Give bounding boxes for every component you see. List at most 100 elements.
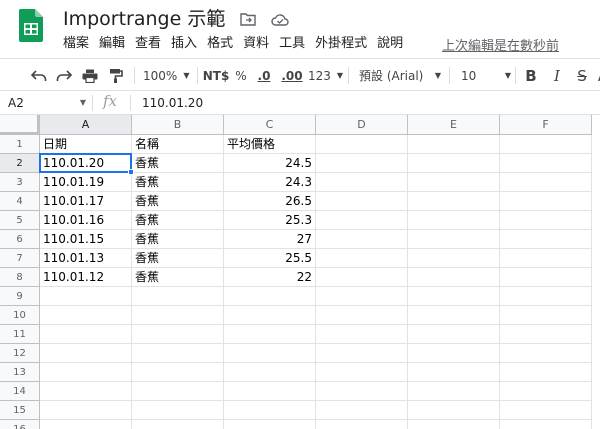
font-family-select[interactable]: 預設 (Arial) ▼ [359,66,441,85]
cell-f1[interactable] [500,135,592,154]
cell-f14[interactable] [500,382,592,401]
cell-a13[interactable] [40,363,132,382]
cell-b8[interactable]: 香蕉 [132,268,224,287]
cell-f10[interactable] [500,306,592,325]
row-header-6[interactable]: 6 [0,230,40,249]
cell-a4[interactable]: 110.01.17 [40,192,132,211]
redo-icon[interactable] [54,66,74,85]
cell-a7[interactable]: 110.01.13 [40,249,132,268]
cell-a9[interactable] [40,287,132,306]
cell-e7[interactable] [408,249,500,268]
cell-c3[interactable]: 24.3 [224,173,316,192]
cell-e13[interactable] [408,363,500,382]
cell-c11[interactable] [224,325,316,344]
menu-edit[interactable]: 編輯 [94,35,130,53]
cell-c9[interactable] [224,287,316,306]
cell-f7[interactable] [500,249,592,268]
row-header-9[interactable]: 9 [0,287,40,306]
cell-c6[interactable]: 27 [224,230,316,249]
cell-d3[interactable] [316,173,408,192]
paint-format-icon[interactable] [106,66,126,85]
print-icon[interactable] [80,66,100,85]
cell-f6[interactable] [500,230,592,249]
cell-e16[interactable] [408,420,500,429]
menu-insert[interactable]: 插入 [166,35,202,53]
cell-b7[interactable]: 香蕉 [132,249,224,268]
cell-a6[interactable]: 110.01.15 [40,230,132,249]
bold-button[interactable]: B [523,66,539,85]
column-header-e[interactable]: E [408,115,500,135]
cell-e1[interactable] [408,135,500,154]
row-header-5[interactable]: 5 [0,211,40,230]
cell-f9[interactable] [500,287,592,306]
cell-c4[interactable]: 26.5 [224,192,316,211]
cell-a12[interactable] [40,344,132,363]
cell-e11[interactable] [408,325,500,344]
cell-e5[interactable] [408,211,500,230]
cell-b12[interactable] [132,344,224,363]
cell-e15[interactable] [408,401,500,420]
cell-c10[interactable] [224,306,316,325]
cell-f15[interactable] [500,401,592,420]
row-header-15[interactable]: 15 [0,401,40,420]
star-icon[interactable]: ☆ [206,9,226,29]
cell-f16[interactable] [500,420,592,429]
cell-f2[interactable] [500,154,592,173]
select-all-corner[interactable] [0,115,40,135]
increase-decimal-button[interactable]: .00 [281,66,303,85]
cell-a15[interactable] [40,401,132,420]
formula-input[interactable]: 110.01.20 [142,91,203,115]
cell-c12[interactable] [224,344,316,363]
menu-format[interactable]: 格式 [202,35,238,53]
cell-c13[interactable] [224,363,316,382]
cell-a1[interactable]: 日期 [40,135,132,154]
cell-b16[interactable] [132,420,224,429]
cell-b5[interactable]: 香蕉 [132,211,224,230]
column-header-b[interactable]: B [132,115,224,135]
cell-c1[interactable]: 平均價格 [224,135,316,154]
cell-a11[interactable] [40,325,132,344]
cell-b3[interactable]: 香蕉 [132,173,224,192]
menu-view[interactable]: 查看 [130,35,166,53]
cloud-saved-icon[interactable] [270,9,290,29]
last-edit-link[interactable]: 上次編輯是在數秒前 [442,35,559,54]
italic-button[interactable]: I [549,66,565,85]
cell-d15[interactable] [316,401,408,420]
cell-b2[interactable]: 香蕉 [132,154,224,173]
menu-tools[interactable]: 工具 [274,35,310,53]
cell-d12[interactable] [316,344,408,363]
cell-b13[interactable] [132,363,224,382]
cell-b4[interactable]: 香蕉 [132,192,224,211]
font-size-select[interactable]: 10 ▼ [461,66,511,85]
more-formats-select[interactable]: 123 ▼ [308,66,343,85]
cell-b9[interactable] [132,287,224,306]
row-header-11[interactable]: 11 [0,325,40,344]
column-header-f[interactable]: F [500,115,592,135]
cell-f3[interactable] [500,173,592,192]
cell-a3[interactable]: 110.01.19 [40,173,132,192]
cell-e2[interactable] [408,154,500,173]
text-color-button[interactable]: A [596,66,600,85]
cell-c16[interactable] [224,420,316,429]
cell-e6[interactable] [408,230,500,249]
row-header-7[interactable]: 7 [0,249,40,268]
cell-c7[interactable]: 25.5 [224,249,316,268]
cell-a10[interactable] [40,306,132,325]
column-header-d[interactable]: D [316,115,408,135]
menu-file[interactable]: 檔案 [63,35,94,53]
row-header-10[interactable]: 10 [0,306,40,325]
row-header-14[interactable]: 14 [0,382,40,401]
cell-d16[interactable] [316,420,408,429]
cell-f11[interactable] [500,325,592,344]
cell-e8[interactable] [408,268,500,287]
currency-format-button[interactable]: NT$ [203,66,230,85]
row-header-12[interactable]: 12 [0,344,40,363]
name-box[interactable]: A2 ▼ [0,91,92,115]
row-header-3[interactable]: 3 [0,173,40,192]
cell-b14[interactable] [132,382,224,401]
cell-a2[interactable]: 110.01.20 [40,154,132,173]
cell-e14[interactable] [408,382,500,401]
cell-c5[interactable]: 25.3 [224,211,316,230]
cell-f4[interactable] [500,192,592,211]
cell-d13[interactable] [316,363,408,382]
